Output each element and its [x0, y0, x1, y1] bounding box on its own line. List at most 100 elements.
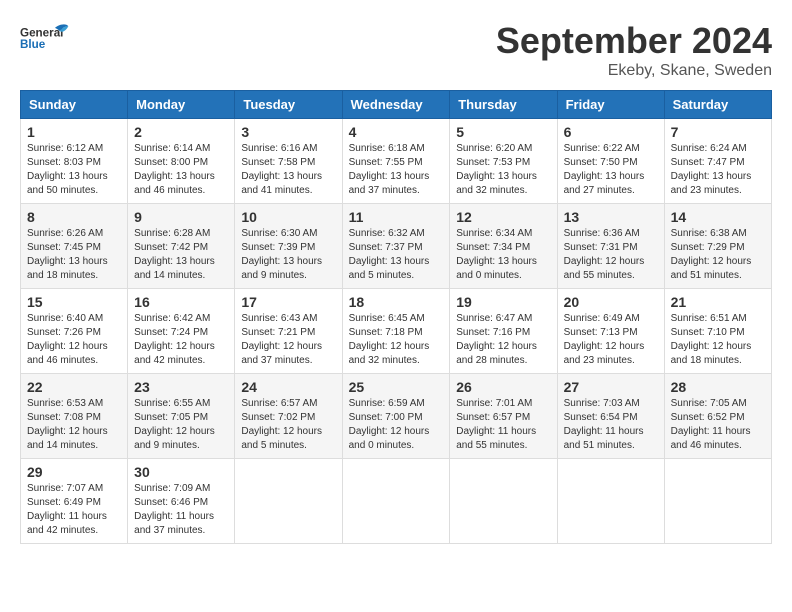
sunrise: Sunrise: 7:09 AM: [134, 482, 228, 496]
svg-text:Blue: Blue: [20, 38, 46, 51]
daylight: Daylight: 12 hours and 5 minutes.: [241, 425, 335, 453]
cell-info: Sunrise: 6:59 AM Sunset: 7:00 PM Dayligh…: [349, 397, 444, 453]
day-number: 4: [349, 124, 444, 140]
day-number: 6: [564, 124, 658, 140]
day-number: 15: [27, 294, 121, 310]
daylight: Daylight: 13 hours and 46 minutes.: [134, 170, 228, 198]
table-row: [342, 459, 450, 544]
sunset: Sunset: 7:50 PM: [564, 156, 658, 170]
sunset: Sunset: 7:10 PM: [671, 326, 765, 340]
table-row: 24 Sunrise: 6:57 AM Sunset: 7:02 PM Dayl…: [235, 374, 342, 459]
sunset: Sunset: 7:24 PM: [134, 326, 228, 340]
sunrise: Sunrise: 6:49 AM: [564, 312, 658, 326]
table-row: 23 Sunrise: 6:55 AM Sunset: 7:05 PM Dayl…: [128, 374, 235, 459]
table-row: 3 Sunrise: 6:16 AM Sunset: 7:58 PM Dayli…: [235, 119, 342, 204]
table-row: 5 Sunrise: 6:20 AM Sunset: 7:53 PM Dayli…: [450, 119, 557, 204]
day-number: 20: [564, 294, 658, 310]
cell-info: Sunrise: 6:49 AM Sunset: 7:13 PM Dayligh…: [564, 312, 658, 368]
sunrise: Sunrise: 6:53 AM: [27, 397, 121, 411]
daylight: Daylight: 11 hours and 55 minutes.: [456, 425, 550, 453]
cell-info: Sunrise: 6:18 AM Sunset: 7:55 PM Dayligh…: [349, 142, 444, 198]
calendar-week-row: 22 Sunrise: 6:53 AM Sunset: 7:08 PM Dayl…: [21, 374, 772, 459]
table-row: 19 Sunrise: 6:47 AM Sunset: 7:16 PM Dayl…: [450, 289, 557, 374]
cell-info: Sunrise: 7:03 AM Sunset: 6:54 PM Dayligh…: [564, 397, 658, 453]
table-row: [664, 459, 771, 544]
table-row: 29 Sunrise: 7:07 AM Sunset: 6:49 PM Dayl…: [21, 459, 128, 544]
sunset: Sunset: 7:34 PM: [456, 241, 550, 255]
sunrise: Sunrise: 6:30 AM: [241, 227, 335, 241]
day-number: 28: [671, 379, 765, 395]
table-row: 7 Sunrise: 6:24 AM Sunset: 7:47 PM Dayli…: [664, 119, 771, 204]
cell-info: Sunrise: 6:53 AM Sunset: 7:08 PM Dayligh…: [27, 397, 121, 453]
day-number: 5: [456, 124, 550, 140]
table-row: 9 Sunrise: 6:28 AM Sunset: 7:42 PM Dayli…: [128, 204, 235, 289]
sunset: Sunset: 7:55 PM: [349, 156, 444, 170]
sunrise: Sunrise: 6:12 AM: [27, 142, 121, 156]
daylight: Daylight: 12 hours and 32 minutes.: [349, 340, 444, 368]
day-number: 14: [671, 209, 765, 225]
sunrise: Sunrise: 6:28 AM: [134, 227, 228, 241]
sunrise: Sunrise: 6:26 AM: [27, 227, 121, 241]
header-sunday: Sunday: [21, 91, 128, 119]
sunset: Sunset: 7:05 PM: [134, 411, 228, 425]
day-number: 22: [27, 379, 121, 395]
calendar-week-row: 29 Sunrise: 7:07 AM Sunset: 6:49 PM Dayl…: [21, 459, 772, 544]
sunrise: Sunrise: 6:38 AM: [671, 227, 765, 241]
calendar-week-row: 1 Sunrise: 6:12 AM Sunset: 8:03 PM Dayli…: [21, 119, 772, 204]
cell-info: Sunrise: 6:12 AM Sunset: 8:03 PM Dayligh…: [27, 142, 121, 198]
sunset: Sunset: 7:02 PM: [241, 411, 335, 425]
header-friday: Friday: [557, 91, 664, 119]
daylight: Daylight: 13 hours and 37 minutes.: [349, 170, 444, 198]
cell-info: Sunrise: 6:24 AM Sunset: 7:47 PM Dayligh…: [671, 142, 765, 198]
day-number: 23: [134, 379, 228, 395]
sunset: Sunset: 7:08 PM: [27, 411, 121, 425]
daylight: Daylight: 12 hours and 37 minutes.: [241, 340, 335, 368]
cell-info: Sunrise: 6:45 AM Sunset: 7:18 PM Dayligh…: [349, 312, 444, 368]
sunset: Sunset: 7:13 PM: [564, 326, 658, 340]
table-row: 15 Sunrise: 6:40 AM Sunset: 7:26 PM Dayl…: [21, 289, 128, 374]
sunset: Sunset: 7:53 PM: [456, 156, 550, 170]
daylight: Daylight: 11 hours and 46 minutes.: [671, 425, 765, 453]
cell-info: Sunrise: 6:42 AM Sunset: 7:24 PM Dayligh…: [134, 312, 228, 368]
cell-info: Sunrise: 6:28 AM Sunset: 7:42 PM Dayligh…: [134, 227, 228, 283]
day-number: 13: [564, 209, 658, 225]
sunrise: Sunrise: 6:45 AM: [349, 312, 444, 326]
cell-info: Sunrise: 6:36 AM Sunset: 7:31 PM Dayligh…: [564, 227, 658, 283]
sunrise: Sunrise: 6:42 AM: [134, 312, 228, 326]
logo: General Blue: [20, 20, 70, 60]
sunset: Sunset: 7:39 PM: [241, 241, 335, 255]
sunset: Sunset: 7:00 PM: [349, 411, 444, 425]
sunrise: Sunrise: 6:51 AM: [671, 312, 765, 326]
sunrise: Sunrise: 6:24 AM: [671, 142, 765, 156]
sunset: Sunset: 7:16 PM: [456, 326, 550, 340]
sunrise: Sunrise: 6:32 AM: [349, 227, 444, 241]
day-number: 18: [349, 294, 444, 310]
daylight: Daylight: 12 hours and 42 minutes.: [134, 340, 228, 368]
cell-info: Sunrise: 6:55 AM Sunset: 7:05 PM Dayligh…: [134, 397, 228, 453]
sunrise: Sunrise: 6:16 AM: [241, 142, 335, 156]
cell-info: Sunrise: 7:05 AM Sunset: 6:52 PM Dayligh…: [671, 397, 765, 453]
day-number: 24: [241, 379, 335, 395]
day-number: 27: [564, 379, 658, 395]
table-row: 4 Sunrise: 6:18 AM Sunset: 7:55 PM Dayli…: [342, 119, 450, 204]
table-row: 30 Sunrise: 7:09 AM Sunset: 6:46 PM Dayl…: [128, 459, 235, 544]
sunset: Sunset: 7:37 PM: [349, 241, 444, 255]
cell-info: Sunrise: 6:34 AM Sunset: 7:34 PM Dayligh…: [456, 227, 550, 283]
day-number: 12: [456, 209, 550, 225]
daylight: Daylight: 13 hours and 14 minutes.: [134, 255, 228, 283]
cell-info: Sunrise: 6:43 AM Sunset: 7:21 PM Dayligh…: [241, 312, 335, 368]
day-number: 3: [241, 124, 335, 140]
sunset: Sunset: 6:52 PM: [671, 411, 765, 425]
daylight: Daylight: 11 hours and 37 minutes.: [134, 510, 228, 538]
cell-info: Sunrise: 6:32 AM Sunset: 7:37 PM Dayligh…: [349, 227, 444, 283]
daylight: Daylight: 13 hours and 50 minutes.: [27, 170, 121, 198]
sunset: Sunset: 8:03 PM: [27, 156, 121, 170]
daylight: Daylight: 11 hours and 42 minutes.: [27, 510, 121, 538]
table-row: 26 Sunrise: 7:01 AM Sunset: 6:57 PM Dayl…: [450, 374, 557, 459]
daylight: Daylight: 12 hours and 55 minutes.: [564, 255, 658, 283]
page-header: General Blue September 2024 Ekeby, Skane…: [20, 20, 772, 80]
sunrise: Sunrise: 6:36 AM: [564, 227, 658, 241]
sunrise: Sunrise: 6:20 AM: [456, 142, 550, 156]
daylight: Daylight: 13 hours and 41 minutes.: [241, 170, 335, 198]
cell-info: Sunrise: 6:16 AM Sunset: 7:58 PM Dayligh…: [241, 142, 335, 198]
